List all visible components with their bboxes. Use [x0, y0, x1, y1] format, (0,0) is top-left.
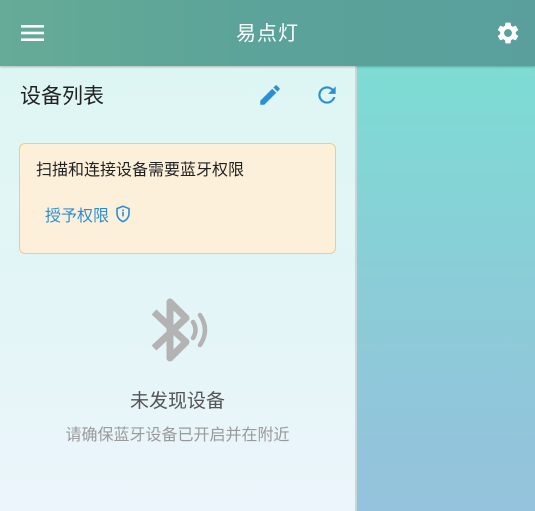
refresh-icon	[318, 86, 336, 104]
app-bar: 易点灯	[0, 0, 535, 66]
edit-button[interactable]	[255, 80, 285, 110]
permission-warning-card: 扫描和连接设备需要蓝牙权限 授予权限	[19, 143, 336, 254]
settings-button[interactable]	[489, 14, 527, 52]
gear-icon	[497, 22, 519, 44]
refresh-button[interactable]	[312, 80, 342, 110]
panel-title: 设备列表	[20, 84, 104, 108]
shield-icon	[116, 205, 130, 223]
empty-state-title: 未发现设备	[129, 390, 225, 412]
empty-state-subtitle: 请确保蓝牙设备已开启并在附近	[65, 425, 290, 444]
pencil-icon	[260, 85, 280, 105]
grant-permission-button[interactable]: 授予权限	[37, 199, 139, 229]
device-list-panel: 设备列表 扫描和连接设备需要蓝牙权限 授予权限 未发现设备 请确保蓝牙设备已开启…	[0, 66, 357, 511]
bluetooth-searching-icon	[151, 298, 208, 362]
permission-message: 扫描和连接设备需要蓝牙权限	[36, 160, 245, 179]
detail-pane-background	[357, 66, 535, 511]
app-title: 易点灯	[236, 21, 299, 45]
grant-permission-label: 授予权限	[45, 206, 110, 225]
